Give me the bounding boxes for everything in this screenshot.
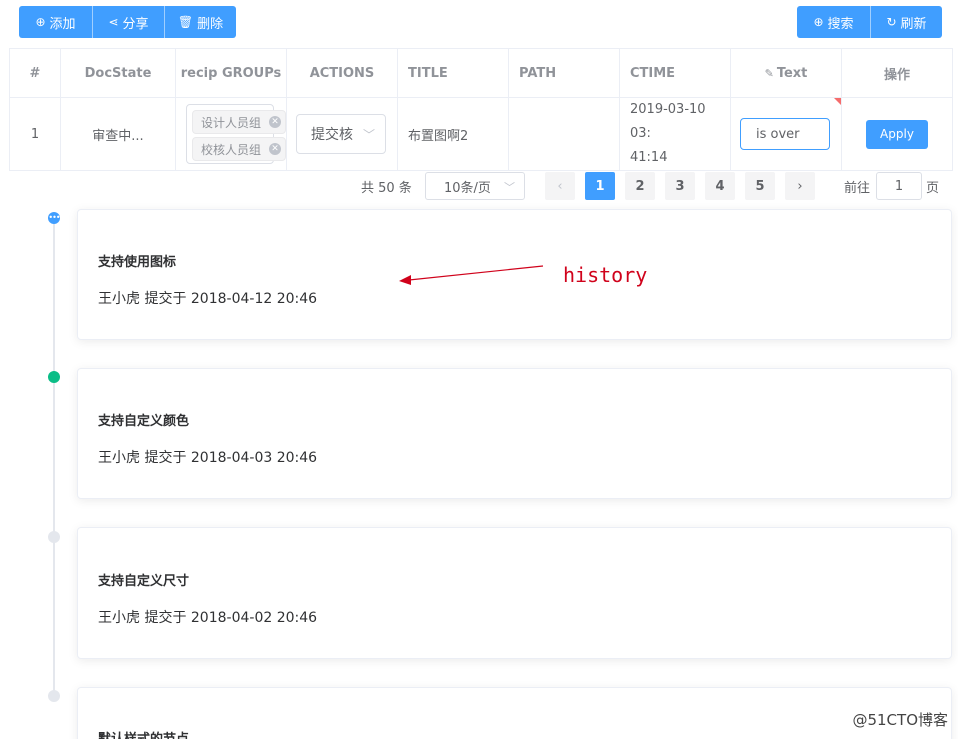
text-input[interactable]: is over xyxy=(740,118,830,150)
cell-index: 1 xyxy=(9,97,61,171)
groups-multiselect[interactable]: 设计人员组 ✕ 校核人员组 ✕ xyxy=(186,104,286,164)
col-text-header: ✎ Text xyxy=(730,48,842,98)
timeline-card-content: 王小虎 提交于 2018-04-02 20:46 xyxy=(98,610,318,626)
cell-text: is over xyxy=(730,97,842,171)
col-title-header: TITLE xyxy=(397,48,509,98)
search-button[interactable]: ⊕ 搜索 xyxy=(797,6,870,38)
col-path-header: PATH xyxy=(508,48,620,98)
timeline-card: 支持自定义尺寸 王小虎 提交于 2018-04-02 20:46 xyxy=(77,527,952,659)
pagination-total: 共 50 条 xyxy=(361,180,412,196)
cell-path xyxy=(508,97,620,171)
cell-groups: 设计人员组 ✕ 校核人员组 ✕ xyxy=(175,97,287,171)
chevron-down-icon: ﹀ xyxy=(504,181,515,194)
timeline-card-content: 王小虎 提交于 2018-04-12 20:46 xyxy=(98,291,318,307)
next-page-button[interactable]: › xyxy=(785,172,815,200)
chevron-right-icon: › xyxy=(797,178,803,194)
share-button[interactable]: ⋖ 分享 xyxy=(92,6,164,38)
timeline-card-title: 默认样式的节点 xyxy=(98,728,189,739)
add-button[interactable]: ⊕ 添加 xyxy=(19,6,92,38)
page-button-4[interactable]: 4 xyxy=(705,172,735,200)
timeline-card: 默认样式的节点 xyxy=(77,687,952,739)
cell-operation: Apply xyxy=(841,97,953,171)
group-tag: 校核人员组 ✕ xyxy=(192,137,286,161)
chevron-down-icon: ﹀ xyxy=(362,128,375,142)
col-operation-header: 操作 xyxy=(841,48,953,98)
goto-page-input[interactable]: 1 xyxy=(876,172,923,200)
refresh-button[interactable]: ↻ 刷新 xyxy=(870,6,942,38)
cell-title: 布置图啊2 xyxy=(397,97,509,171)
apply-button[interactable]: Apply xyxy=(866,119,928,149)
timeline-dot xyxy=(48,531,60,543)
col-docstate-header: DocState xyxy=(60,48,176,98)
timeline-dot: ••• xyxy=(48,212,61,224)
action-select[interactable]: 提交核 ﹀ xyxy=(296,114,386,154)
refresh-icon: ↻ xyxy=(886,15,897,29)
group-tag: 设计人员组 ✕ xyxy=(192,110,286,134)
timeline-card-content: 王小虎 提交于 2018-04-03 20:46 xyxy=(98,450,318,466)
document-table: # DocState recip GROUPs ACTIONS TITLE PA… xyxy=(9,48,953,171)
pagination-goto: 前往 1 页 xyxy=(844,172,939,200)
annotation-arrow xyxy=(399,265,544,285)
close-icon[interactable]: ✕ xyxy=(269,116,281,128)
page-button-1[interactable]: 1 xyxy=(585,172,615,200)
cell-actions: 提交核 ﹀ xyxy=(286,97,398,171)
close-icon[interactable]: ✕ xyxy=(269,143,281,155)
timeline-dot xyxy=(48,371,60,383)
trash-icon: 🗑 xyxy=(177,15,194,29)
timeline-line xyxy=(53,222,55,696)
timeline-card-title: 支持使用图标 xyxy=(98,255,177,270)
annotation-text: history xyxy=(563,263,648,287)
table-row: 1 审查中... 设计人员组 ✕ 校核人员组 ✕ 提交核 ﹀ 布置图啊2 2019-0… xyxy=(9,97,953,171)
table-header-row: # DocState recip GROUPs ACTIONS TITLE PA… xyxy=(9,48,953,98)
timeline-dot xyxy=(48,690,60,702)
col-ctime-header: CTIME xyxy=(619,48,731,98)
chevron-left-icon: ‹ xyxy=(557,178,563,194)
delete-button[interactable]: 🗑 删除 xyxy=(164,6,236,38)
edited-marker xyxy=(834,98,841,105)
prev-page-button[interactable]: ‹ xyxy=(545,172,575,200)
share-icon: ⋖ xyxy=(108,15,119,29)
page-size-select[interactable]: 10条/页 ﹀ xyxy=(425,172,525,200)
edit-icon: ✎ xyxy=(764,66,774,80)
page-button-2[interactable]: 2 xyxy=(625,172,655,200)
watermark: @51CTO博客 xyxy=(852,711,948,729)
search-icon: ⊕ xyxy=(813,15,824,29)
col-groups-header: recip GROUPs xyxy=(175,48,287,98)
page-button-3[interactable]: 3 xyxy=(665,172,695,200)
col-index-header: # xyxy=(9,48,61,98)
page-button-5[interactable]: 5 xyxy=(745,172,775,200)
timeline-card-title: 支持自定义颜色 xyxy=(98,414,190,429)
timeline-card: 支持自定义颜色 王小虎 提交于 2018-04-03 20:46 xyxy=(77,368,952,499)
cell-ctime: 2019-03-10 03: 41:14 xyxy=(619,97,731,171)
timeline-card-title: 支持自定义尺寸 xyxy=(98,574,190,589)
cell-docstate: 审查中... xyxy=(60,97,176,171)
plus-circle-icon: ⊕ xyxy=(35,15,46,29)
more-icon: ••• xyxy=(48,213,60,222)
col-actions-header: ACTIONS xyxy=(286,48,398,98)
